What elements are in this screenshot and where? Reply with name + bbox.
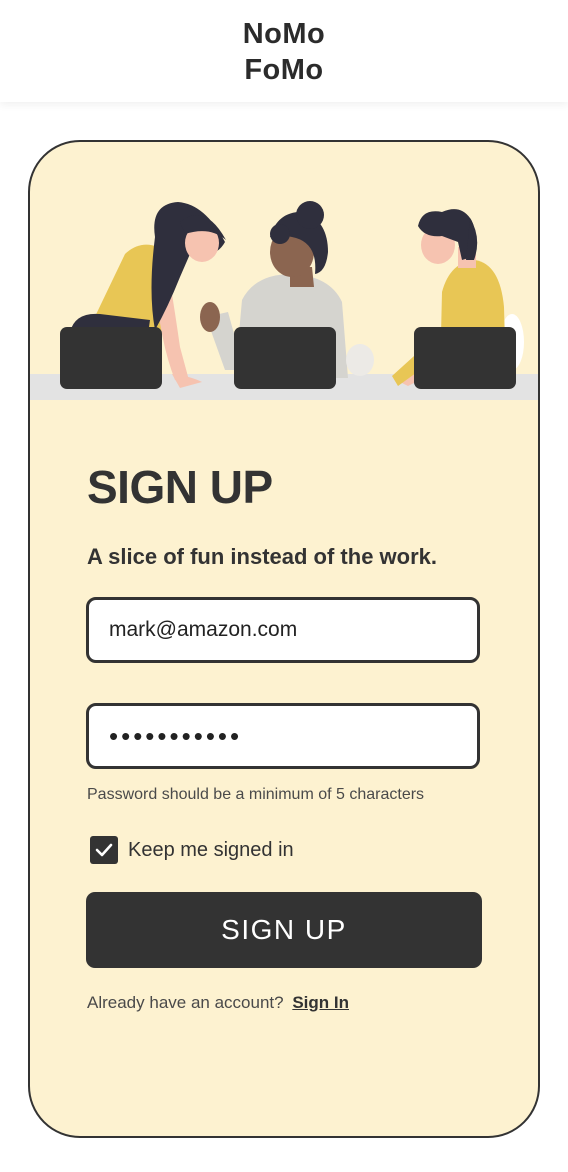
already-account-text: Already have an account? Sign In: [87, 993, 349, 1013]
person-center-illustration: [200, 201, 374, 389]
page-title: SIGN UP: [87, 461, 273, 513]
keep-signed-in-checkbox[interactable]: [90, 836, 118, 864]
keep-signed-in[interactable]: Keep me signed in: [90, 836, 294, 864]
sign-in-link[interactable]: Sign In: [292, 993, 349, 1012]
person-left-illustration: [60, 202, 226, 389]
sign-up-button[interactable]: SIGN UP: [86, 892, 482, 968]
team-illustration: [30, 142, 538, 402]
check-icon: [95, 843, 113, 857]
logo-line-2: FoMo: [244, 54, 324, 86]
email-field[interactable]: mark@amazon.com: [86, 597, 480, 663]
password-field[interactable]: •••••••••••: [86, 703, 480, 769]
email-value: mark@amazon.com: [109, 618, 298, 641]
top-bar: NoMo FoMo: [0, 0, 568, 102]
logo-line-1: NoMo: [242, 18, 326, 50]
app-logo[interactable]: NoMo FoMo: [243, 16, 326, 88]
password-value: •••••••••••: [109, 720, 243, 751]
signup-card: SIGN UP A slice of fun instead of the wo…: [28, 140, 540, 1138]
person-right-illustration: [392, 209, 524, 389]
password-hint: Password should be a minimum of 5 charac…: [87, 786, 425, 803]
page-subtitle: A slice of fun instead of the work.: [87, 544, 438, 569]
already-account-label: Already have an account?: [87, 993, 284, 1012]
keep-signed-in-label: Keep me signed in: [128, 838, 294, 861]
